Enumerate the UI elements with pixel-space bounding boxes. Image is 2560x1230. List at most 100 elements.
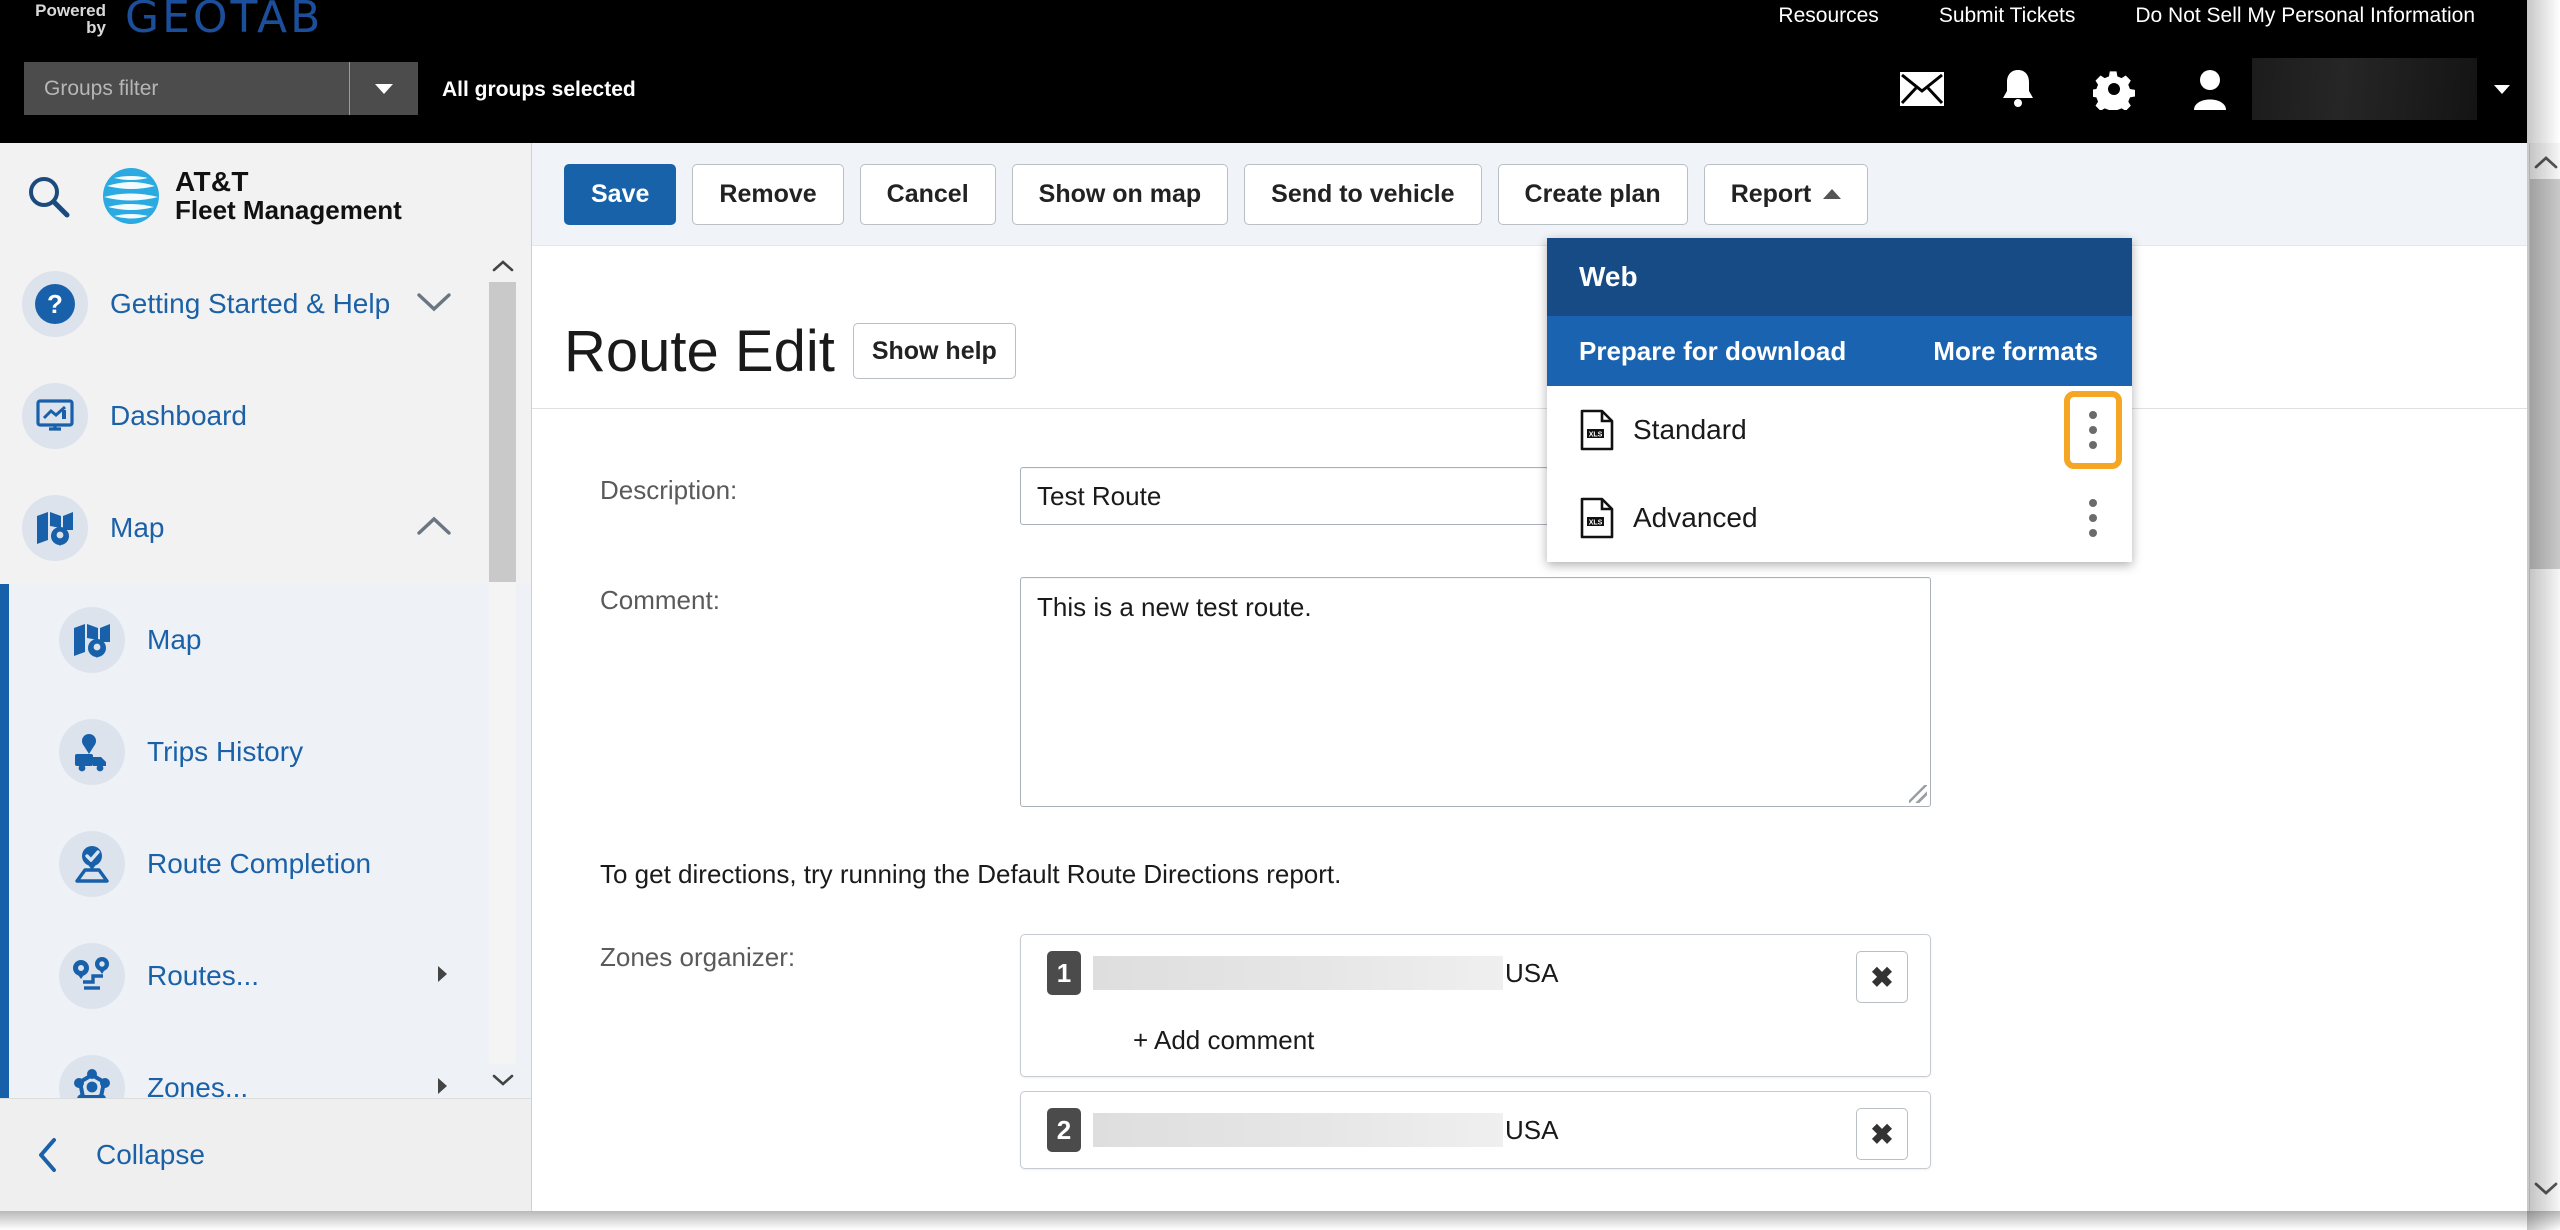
groups-filter-placeholder: Groups filter bbox=[44, 76, 159, 100]
sidebar-scrollbar[interactable] bbox=[489, 248, 516, 1098]
resize-grip-icon[interactable] bbox=[1909, 785, 1927, 803]
kebab-menu-icon[interactable] bbox=[2064, 391, 2122, 469]
add-comment-link[interactable]: + Add comment bbox=[1021, 995, 1930, 1056]
page-header-divider bbox=[532, 408, 2527, 409]
chevron-down-icon[interactable] bbox=[417, 292, 451, 317]
svg-text:XLS: XLS bbox=[1589, 432, 1603, 439]
map-pin-icon bbox=[22, 495, 88, 561]
report-dropdown-menu: Web Prepare for download More formats XL… bbox=[1547, 238, 2132, 562]
search-icon[interactable] bbox=[0, 173, 96, 219]
directions-note: To get directions, try running the Defau… bbox=[600, 859, 1342, 889]
sidebar-scrollbar-thumb[interactable] bbox=[489, 282, 516, 582]
question-circle-icon: ? bbox=[22, 271, 88, 337]
send-to-vehicle-button[interactable]: Send to vehicle bbox=[1244, 163, 1482, 225]
page-title: Route Edit bbox=[564, 318, 835, 384]
chevron-right-icon[interactable] bbox=[435, 963, 451, 990]
show-help-button[interactable]: Show help bbox=[852, 323, 1016, 379]
dashboard-icon bbox=[22, 383, 88, 449]
app-root: Powered by GEOTAB Resources Submit Ticke… bbox=[0, 0, 2560, 1230]
remove-button[interactable]: Remove bbox=[692, 163, 844, 225]
user-icon[interactable] bbox=[2162, 58, 2258, 120]
report-menu-web-item[interactable]: Web bbox=[1547, 238, 2132, 316]
trips-history-icon bbox=[59, 719, 125, 785]
topbar-links: Resources Submit Tickets Do Not Sell My … bbox=[1748, 4, 2505, 28]
att-globe-icon bbox=[103, 167, 159, 224]
sidebar-item-label: Route Completion bbox=[147, 848, 372, 879]
zones-organizer-label: Zones organizer: bbox=[600, 942, 796, 972]
save-button[interactable]: Save bbox=[564, 163, 677, 225]
sidebar-submenu-map: Map Trips History Route Completion Route… bbox=[0, 584, 531, 1098]
remove-zone-button[interactable]: ✖ bbox=[1856, 1108, 1908, 1160]
route-edit-form: Description: Test Route Comment: This is… bbox=[532, 467, 2527, 1183]
map-pin-icon bbox=[59, 607, 125, 673]
zone-card: 2 USA ✖ bbox=[1020, 1091, 1931, 1169]
svg-text:XLS: XLS bbox=[1589, 520, 1603, 527]
sidebar-item-route-completion[interactable]: Route Completion bbox=[9, 808, 531, 920]
main-scrollbar-thumb[interactable] bbox=[2530, 179, 2560, 569]
svg-text:?: ? bbox=[47, 289, 63, 319]
topbar-icon-group bbox=[1874, 58, 2527, 120]
create-plan-button[interactable]: Create plan bbox=[1497, 163, 1688, 225]
zone-address-redacted bbox=[1093, 956, 1503, 990]
zones-list: 1 USA + Add comment ✖ 2 USA ✖ bbox=[1020, 934, 1931, 1183]
sidebar-item-map[interactable]: Map bbox=[0, 472, 531, 584]
comment-row: Comment: This is a new test route. bbox=[532, 577, 2527, 807]
sidebar-header: AT&T Fleet Management bbox=[0, 143, 531, 248]
scroll-down-icon[interactable] bbox=[2530, 1171, 2560, 1205]
sidebar-nav: ? Getting Started & Help Dashboard Map M… bbox=[0, 248, 531, 1098]
report-menu-item-standard[interactable]: XLS Standard bbox=[1547, 386, 2132, 474]
sidebar-item-label: Getting Started & Help bbox=[110, 288, 391, 319]
zone-country: USA bbox=[1505, 957, 1559, 988]
kebab-menu-icon[interactable] bbox=[2076, 492, 2110, 544]
remove-zone-button[interactable]: ✖ bbox=[1856, 951, 1908, 1003]
user-name-redacted[interactable] bbox=[2252, 58, 2477, 120]
bell-icon[interactable] bbox=[1970, 58, 2066, 120]
sidebar-item-trips-history[interactable]: Trips History bbox=[9, 696, 531, 808]
sidebar-item-getting-started[interactable]: ? Getting Started & Help bbox=[0, 248, 531, 360]
comment-textarea[interactable]: This is a new test route. bbox=[1020, 577, 1931, 807]
zone-card: 1 USA + Add comment ✖ bbox=[1020, 934, 1931, 1077]
scroll-up-icon[interactable] bbox=[489, 250, 516, 282]
sidebar-item-label: Trips History bbox=[147, 736, 304, 767]
geotab-logo: GEOTAB bbox=[125, 0, 324, 43]
chevron-down-icon bbox=[375, 83, 393, 94]
zone-row: 2 USA bbox=[1021, 1108, 1930, 1152]
more-formats-label[interactable]: More formats bbox=[1933, 336, 2098, 367]
scroll-down-icon[interactable] bbox=[489, 1064, 516, 1096]
prepare-for-download-label[interactable]: Prepare for download bbox=[1579, 336, 1846, 367]
show-on-map-button[interactable]: Show on map bbox=[1011, 163, 1229, 225]
topbar-link-submit-tickets[interactable]: Submit Tickets bbox=[1909, 4, 2106, 28]
cancel-button[interactable]: Cancel bbox=[859, 163, 996, 225]
zone-number: 2 bbox=[1047, 1108, 1081, 1152]
topbar-link-resources[interactable]: Resources bbox=[1748, 4, 1908, 28]
groups-selected-status: All groups selected bbox=[442, 78, 636, 101]
left-sidebar: AT&T Fleet Management ? Getting Started … bbox=[0, 143, 532, 1211]
mail-icon[interactable] bbox=[1874, 58, 1970, 120]
comment-textarea-value: This is a new test route. bbox=[1037, 592, 1312, 622]
sidebar-item-dashboard[interactable]: Dashboard bbox=[0, 360, 531, 472]
description-row: Description: Test Route bbox=[532, 467, 2527, 525]
scroll-up-icon[interactable] bbox=[2530, 145, 2560, 179]
user-menu-dropdown-arrow[interactable] bbox=[2477, 58, 2527, 120]
chevron-right-icon[interactable] bbox=[435, 1075, 451, 1099]
gear-icon[interactable] bbox=[2066, 58, 2162, 120]
sidebar-item-label: Dashboard bbox=[110, 400, 247, 431]
chevron-up-icon[interactable] bbox=[417, 516, 451, 541]
groups-filter-select[interactable]: Groups filter bbox=[24, 62, 418, 115]
groups-filter-dropdown-arrow[interactable] bbox=[350, 83, 418, 94]
main-scrollbar[interactable] bbox=[2529, 143, 2560, 1211]
report-button[interactable]: Report bbox=[1703, 163, 1869, 225]
sidebar-item-zones[interactable]: Zones... bbox=[9, 1032, 531, 1098]
route-completion-icon bbox=[59, 831, 125, 897]
zone-number: 1 bbox=[1047, 951, 1081, 995]
zone-country: USA bbox=[1505, 1114, 1559, 1145]
report-menu-item-label: Standard bbox=[1633, 414, 1747, 445]
sidebar-item-map-sub[interactable]: Map bbox=[9, 584, 531, 696]
page-header: Route Edit Show help bbox=[532, 246, 2527, 386]
topbar-link-do-not-sell[interactable]: Do Not Sell My Personal Information bbox=[2105, 4, 2505, 28]
report-menu-item-advanced[interactable]: XLS Advanced bbox=[1547, 474, 2132, 562]
sidebar-item-routes[interactable]: Routes... bbox=[9, 920, 531, 1032]
sidebar-item-label: Routes... bbox=[147, 960, 260, 991]
logo-line-2: Fleet Management bbox=[175, 194, 402, 225]
sidebar-collapse-button[interactable]: Collapse bbox=[0, 1098, 531, 1211]
